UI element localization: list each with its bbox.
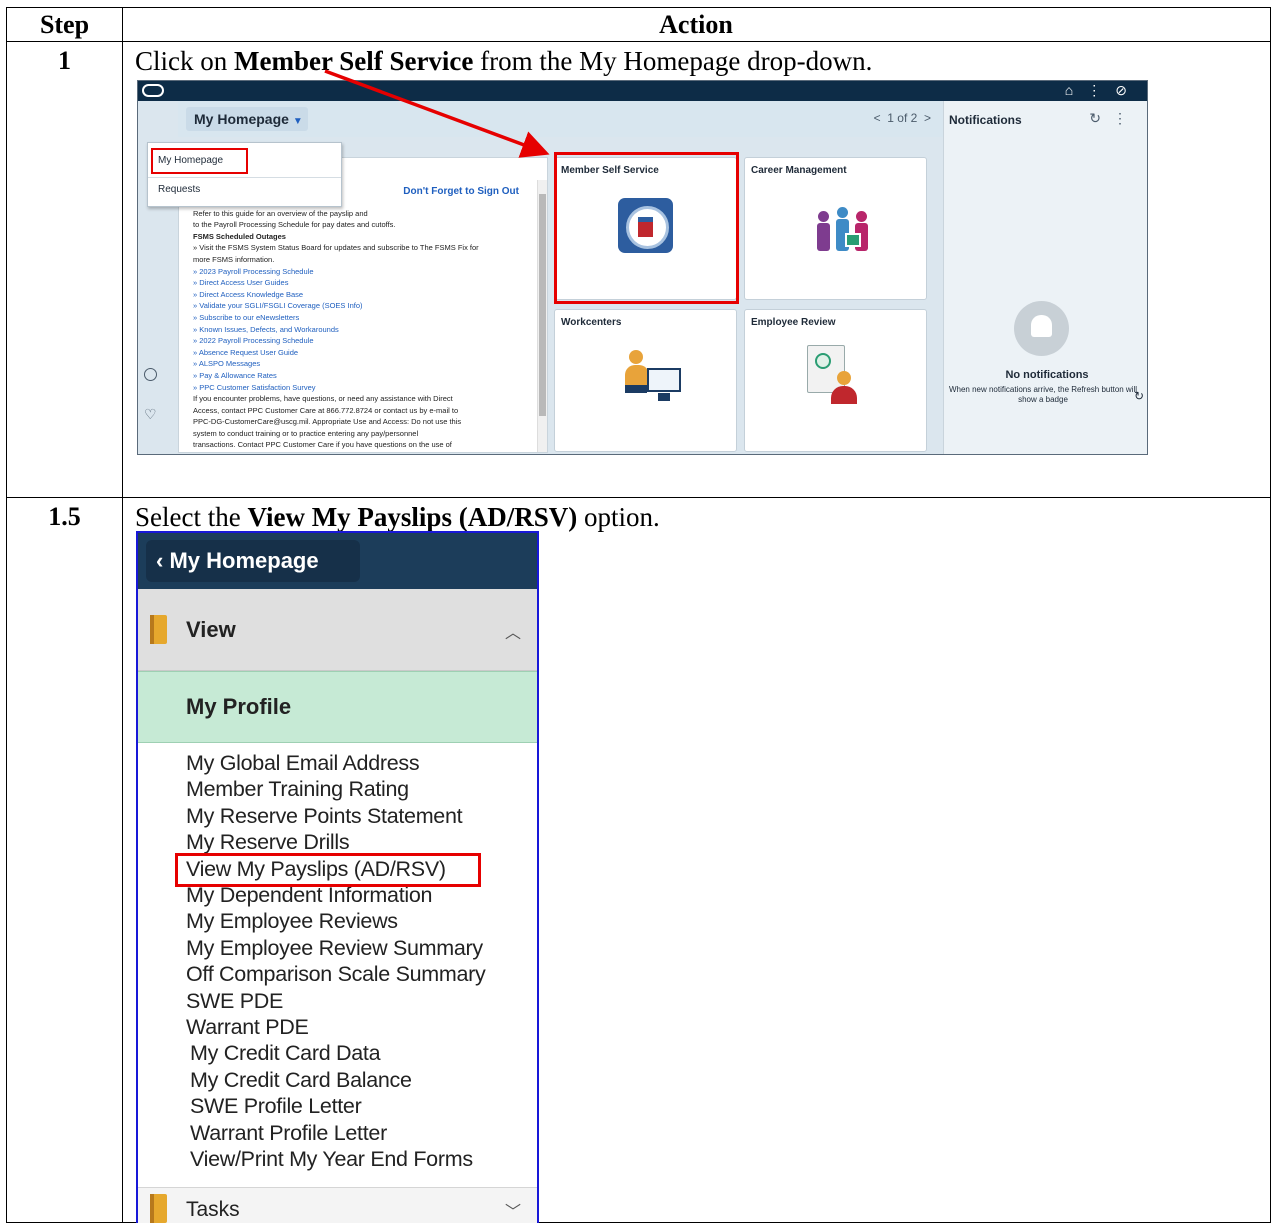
annotation-arrow [324, 69, 550, 158]
arrow-line [324, 69, 550, 158]
